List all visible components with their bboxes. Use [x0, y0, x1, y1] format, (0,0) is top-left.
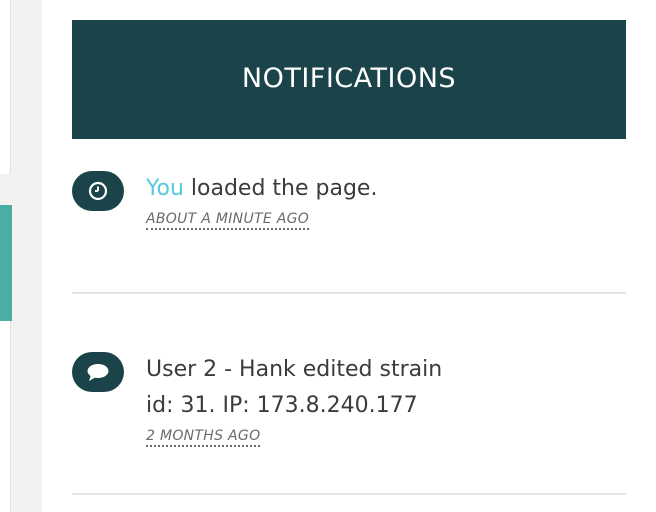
- notification-timestamp[interactable]: 2 MONTHS AGO: [146, 428, 261, 447]
- speech-bubble-icon: [72, 352, 124, 392]
- notifications-header: NOTIFICATIONS: [72, 20, 626, 139]
- notification-message: loaded the page.: [183, 176, 378, 201]
- page: NOTIFICATIONS You loaded the page. ABOUT…: [0, 0, 656, 512]
- left-column-card-lower: [0, 321, 11, 512]
- left-column-card: [0, 0, 11, 174]
- clock-icon: [72, 171, 124, 211]
- actor-link[interactable]: You: [146, 176, 184, 201]
- notification-body: You loaded the page. ABOUT A MINUTE AGO: [146, 171, 626, 230]
- panel-title: NOTIFICATIONS: [241, 63, 457, 94]
- notification-text: You loaded the page.: [146, 171, 626, 207]
- notifications-panel: NOTIFICATIONS You loaded the page. ABOUT…: [72, 20, 626, 495]
- notification-body: User 2 - Hank edited strain id: 31. IP: …: [146, 352, 626, 447]
- notification-item: User 2 - Hank edited strain id: 31. IP: …: [72, 294, 626, 495]
- notification-item: You loaded the page. ABOUT A MINUTE AGO: [72, 139, 626, 294]
- left-column-accent-bar: [0, 205, 12, 321]
- notification-timestamp[interactable]: ABOUT A MINUTE AGO: [146, 211, 310, 230]
- notification-text-line2: id: 31. IP: 173.8.240.177: [146, 393, 418, 418]
- notification-text-line1: User 2 - Hank edited strain: [146, 357, 443, 382]
